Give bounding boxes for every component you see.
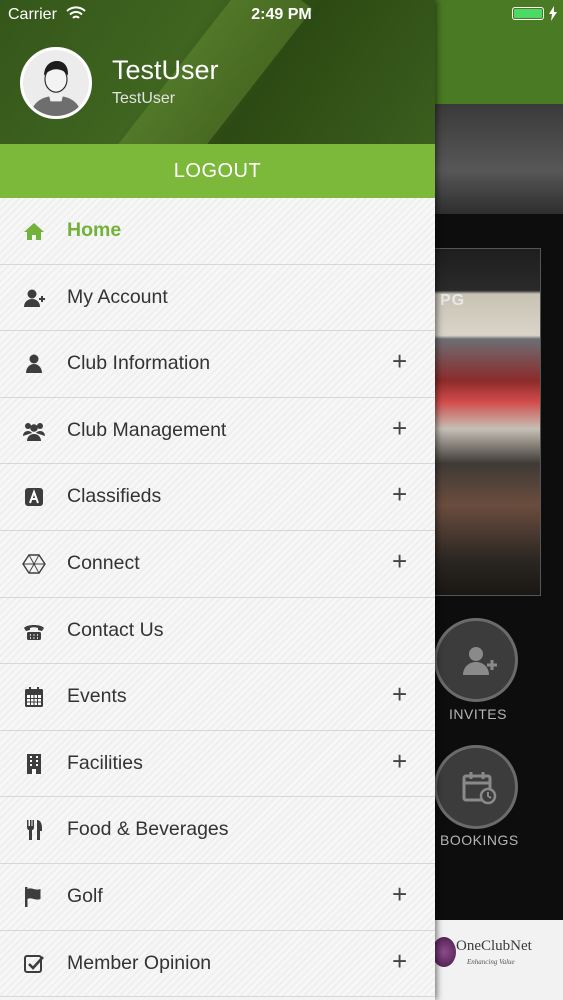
expand-plus-icon[interactable]: +	[392, 680, 407, 708]
menu-item-label: Home	[67, 219, 122, 241]
hexagon-icon	[22, 553, 46, 575]
user-avatar-icon	[23, 50, 89, 116]
charging-icon	[549, 6, 557, 21]
menu-item-my-account[interactable]: My Account	[0, 265, 435, 332]
menu-item-label: Food & Beverages	[67, 818, 229, 841]
calendar-clock-icon	[462, 772, 497, 805]
clock: 2:49 PM	[251, 6, 312, 23]
menu-item-contact-us[interactable]: Contact Us	[0, 598, 435, 665]
menu-item-member-opinion[interactable]: Member Opinion +	[0, 931, 435, 998]
building-icon	[22, 753, 46, 775]
person-icon	[22, 353, 46, 375]
menu-item-label: Classifieds	[67, 485, 162, 508]
menu-item-label: Club Management	[67, 418, 227, 441]
oneclubnet-logo	[432, 937, 456, 967]
menu-item-golf[interactable]: Golf +	[0, 864, 435, 931]
expand-plus-icon[interactable]: +	[392, 347, 407, 375]
battery-icon	[512, 7, 544, 20]
menu-item-food-beverages[interactable]: Food & Beverages	[0, 797, 435, 864]
phone-icon	[22, 620, 46, 642]
menu-item-label: Facilities	[67, 751, 143, 774]
home-icon	[22, 220, 46, 242]
menu-item-club-information[interactable]: Club Information +	[0, 331, 435, 398]
status-bar: Carrier 2:49 PM	[0, 0, 563, 30]
user-plus-icon	[463, 647, 497, 675]
user-subtitle: TestUser	[112, 90, 176, 107]
menu-item-home[interactable]: Home	[0, 198, 435, 265]
menu-item-label: My Account	[67, 285, 168, 308]
logo-tagline: Enhancing Value	[467, 958, 515, 966]
menu-item-classifieds[interactable]: Classifieds +	[0, 464, 435, 531]
navigation-drawer: TestUser TestUser LOGOUT Home My Account…	[0, 0, 435, 1000]
classifieds-icon	[22, 486, 46, 508]
logout-button[interactable]: LOGOUT	[0, 144, 435, 198]
calendar-icon	[22, 686, 46, 708]
bookings-label: BOOKINGS	[440, 832, 519, 848]
menu-item-facilities[interactable]: Facilities +	[0, 731, 435, 798]
menu-item-connect[interactable]: Connect +	[0, 531, 435, 598]
invites-button[interactable]	[434, 618, 518, 702]
avatar[interactable]	[20, 47, 92, 119]
menu-item-label: Member Opinion	[67, 951, 212, 974]
cutlery-icon	[22, 819, 46, 841]
user-name: TestUser	[112, 55, 219, 85]
expand-plus-icon[interactable]: +	[392, 480, 407, 508]
checkbox-icon	[22, 953, 46, 975]
logo-text: OneClubNet	[456, 938, 532, 954]
menu-list: Home My Account Club Information + Club …	[0, 198, 435, 998]
menu-item-label: Club Information	[67, 352, 211, 375]
expand-plus-icon[interactable]: +	[392, 880, 407, 908]
menu-item-label: Golf	[67, 884, 103, 907]
users-icon	[22, 420, 46, 442]
menu-item-label: Events	[67, 685, 127, 708]
menu-item-club-management[interactable]: Club Management +	[0, 398, 435, 465]
invites-label: INVITES	[449, 706, 507, 722]
expand-plus-icon[interactable]: +	[392, 547, 407, 575]
expand-plus-icon[interactable]: +	[392, 747, 407, 775]
menu-item-label: Connect	[67, 551, 140, 574]
flag-icon	[22, 886, 46, 908]
shop-photo-logo: PG	[440, 292, 466, 309]
menu-item-label: Contact Us	[67, 618, 164, 641]
expand-plus-icon[interactable]: +	[392, 947, 407, 975]
bookings-button[interactable]	[434, 745, 518, 829]
user-plus-icon	[22, 287, 46, 309]
menu-item-events[interactable]: Events +	[0, 664, 435, 731]
expand-plus-icon[interactable]: +	[392, 414, 407, 442]
